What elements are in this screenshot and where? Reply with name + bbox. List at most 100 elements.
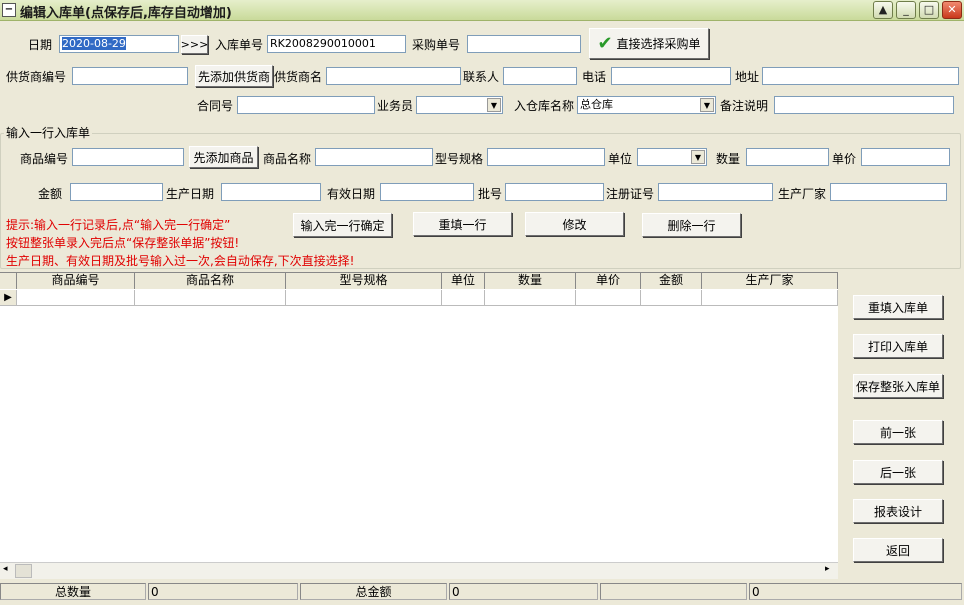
save-order-button[interactable]: 保存整张入库单 <box>853 374 943 398</box>
reg-no-label: 注册证号 <box>606 187 655 201</box>
purchase-no-field[interactable] <box>467 35 581 53</box>
product-code-label: 商品编号 <box>20 152 69 166</box>
col-header[interactable]: 金额 <box>641 273 702 289</box>
table-cell[interactable] <box>641 290 702 306</box>
grid-corner <box>0 273 17 289</box>
contact-field[interactable] <box>503 67 577 85</box>
next-button[interactable]: 后一张 <box>853 460 943 484</box>
product-name-label: 商品名称 <box>263 152 312 166</box>
checkmark-icon: ✔ <box>597 32 613 54</box>
report-design-button[interactable]: 报表设计 <box>853 499 943 523</box>
qty-field[interactable] <box>746 148 829 166</box>
address-field[interactable] <box>762 67 959 85</box>
select-purchase-button[interactable]: ✔ 直接选择采购单 <box>589 28 709 59</box>
status-panel-empty <box>600 583 747 600</box>
warehouse-select[interactable]: 总仓库 ▼ <box>577 96 716 114</box>
scroll-right-icon[interactable]: ▸ <box>825 564 830 574</box>
supplier-code-field[interactable] <box>72 67 188 85</box>
delete-line-button[interactable]: 删除一行 <box>642 213 741 237</box>
chevron-down-icon[interactable]: ▼ <box>700 98 714 112</box>
chevron-down-icon[interactable]: ▼ <box>691 150 705 164</box>
table-cell[interactable] <box>286 290 442 306</box>
system-menu-icon[interactable]: − <box>2 3 16 17</box>
total-amount-value: 0 <box>449 583 598 600</box>
phone-field[interactable] <box>611 67 731 85</box>
date-field[interactable]: 2020-08-29 <box>59 35 179 53</box>
purchase-no-label: 采购单号 <box>412 38 461 52</box>
row-indicator-icon[interactable]: ▶ <box>0 290 17 306</box>
col-header[interactable]: 商品名称 <box>135 273 286 289</box>
up-arrow-button[interactable]: ▲ <box>873 1 893 19</box>
scroll-left-icon[interactable]: ◂ <box>3 564 8 574</box>
product-name-field[interactable] <box>315 148 433 166</box>
batch-field[interactable] <box>505 183 604 201</box>
add-supplier-button[interactable]: 先添加供货商 <box>195 65 273 87</box>
prod-date-field[interactable] <box>221 183 321 201</box>
date-nav-button[interactable]: >>> <box>181 35 208 54</box>
table-cell[interactable] <box>485 290 576 306</box>
modify-button[interactable]: 修改 <box>525 212 624 236</box>
spec-field[interactable] <box>487 148 605 166</box>
spec-label: 型号规格 <box>435 152 484 166</box>
supplier-name-field[interactable] <box>326 67 461 85</box>
reg-no-field[interactable] <box>658 183 773 201</box>
total-amount-label: 总金额 <box>300 583 447 600</box>
print-order-button[interactable]: 打印入库单 <box>853 334 943 358</box>
table-cell[interactable] <box>576 290 641 306</box>
supplier-code-label: 供货商编号 <box>6 70 67 84</box>
date-value: 2020-08-29 <box>62 37 126 50</box>
scroll-thumb[interactable] <box>15 564 32 578</box>
add-product-button[interactable]: 先添加商品 <box>189 146 258 168</box>
col-header[interactable]: 生产厂家 <box>702 273 838 289</box>
product-code-field[interactable] <box>72 148 184 166</box>
remark-field[interactable] <box>774 96 954 114</box>
refill-line-button[interactable]: 重填一行 <box>413 212 512 236</box>
refill-order-button[interactable]: 重填入库单 <box>853 295 943 319</box>
window-title: 编辑入库单(点保存后,库存自动增加) <box>20 6 232 21</box>
contract-field[interactable] <box>237 96 375 114</box>
table-cell[interactable] <box>702 290 838 306</box>
hint-line-2: 按钮整张单录入完后点“保存整张单据”按钮! <box>6 236 240 250</box>
total-qty-label: 总数量 <box>0 583 146 600</box>
col-header[interactable]: 单价 <box>576 273 641 289</box>
price-field[interactable] <box>861 148 950 166</box>
salesman-label: 业务员 <box>377 99 414 113</box>
select-purchase-label: 直接选择采购单 <box>616 37 701 51</box>
address-label: 地址 <box>735 70 760 84</box>
title-bar: − 编辑入库单(点保存后,库存自动增加) ▲ _ □ ✕ <box>0 0 964 21</box>
salesman-select[interactable]: ▼ <box>416 96 503 114</box>
qty-label: 数量 <box>716 152 741 166</box>
remark-label: 备注说明 <box>720 99 769 113</box>
prev-button[interactable]: 前一张 <box>853 420 943 444</box>
order-no-field[interactable]: RK2008290010001 <box>267 35 406 53</box>
amount-label: 金额 <box>38 187 63 201</box>
maker-field[interactable] <box>830 183 947 201</box>
items-grid[interactable]: 商品编号 商品名称 型号规格 单位 数量 单价 金额 生产厂家 ▶ <box>0 272 838 579</box>
expiry-label: 有效日期 <box>327 187 376 201</box>
col-header[interactable]: 型号规格 <box>286 273 442 289</box>
table-cell[interactable] <box>135 290 286 306</box>
chevron-down-icon[interactable]: ▼ <box>487 98 501 112</box>
col-header[interactable]: 单位 <box>442 273 485 289</box>
warehouse-value: 总仓库 <box>580 98 613 111</box>
table-cell[interactable] <box>17 290 135 306</box>
col-header[interactable]: 数量 <box>485 273 576 289</box>
expiry-field[interactable] <box>380 183 474 201</box>
prod-date-label: 生产日期 <box>166 187 215 201</box>
grid-header: 商品编号 商品名称 型号规格 单位 数量 单价 金额 生产厂家 <box>0 273 838 289</box>
minimize-button[interactable]: _ <box>896 1 916 19</box>
unit-label: 单位 <box>608 152 633 166</box>
phone-label: 电话 <box>582 70 607 84</box>
horizontal-scrollbar[interactable]: ◂ ▸ <box>0 562 838 579</box>
confirm-line-button[interactable]: 输入完一行确定 <box>293 213 392 237</box>
amount-field[interactable] <box>70 183 163 201</box>
table-cell[interactable] <box>442 290 485 306</box>
close-button[interactable]: ✕ <box>942 1 962 19</box>
status-extra-value: 0 <box>749 583 962 600</box>
status-bar: 总数量 0 总金额 0 0 <box>0 581 964 605</box>
back-button[interactable]: 返回 <box>853 538 943 562</box>
order-no-label: 入库单号 <box>215 38 264 52</box>
maximize-button[interactable]: □ <box>919 1 939 19</box>
unit-select[interactable]: ▼ <box>637 148 707 166</box>
col-header[interactable]: 商品编号 <box>17 273 135 289</box>
